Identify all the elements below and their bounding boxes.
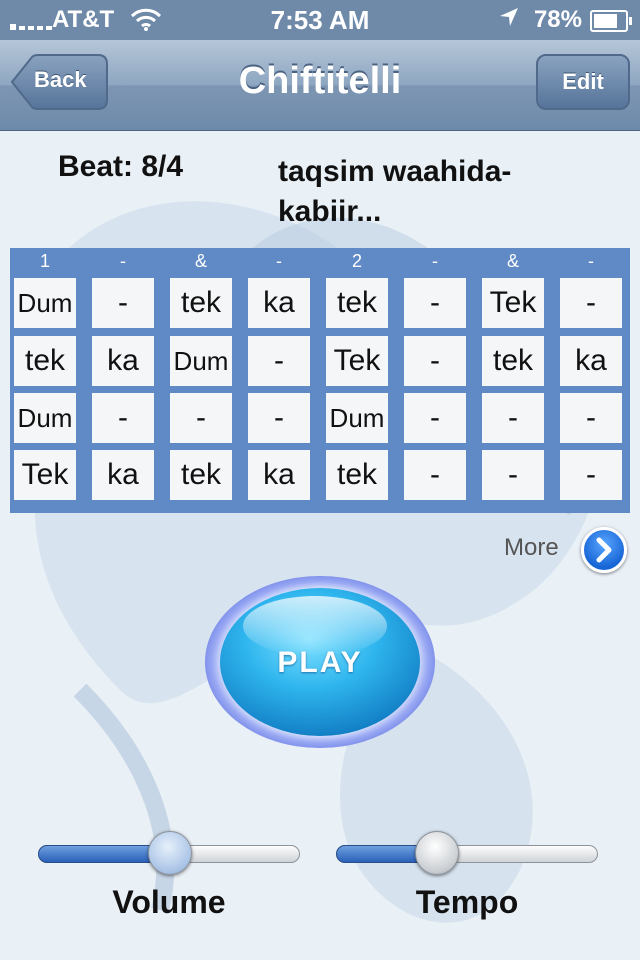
- grid-cell[interactable]: tek: [326, 450, 388, 500]
- grid-cell[interactable]: -: [248, 393, 310, 443]
- grid-header-cell: &: [194, 251, 207, 271]
- grid-cell[interactable]: -: [248, 336, 310, 386]
- location-arrow-icon: [500, 8, 518, 26]
- beat-label: Beat: 8/4: [58, 150, 184, 183]
- grid-cell[interactable]: Tek: [326, 336, 388, 386]
- grid-header-cell: -: [120, 251, 126, 271]
- tempo-slider[interactable]: [336, 831, 598, 875]
- rhythm-grid: 1- & -2- & - Dum - tek ka tek - Tek - tek ka Dum - Tek - t…: [10, 248, 630, 513]
- grid-cell[interactable]: -: [92, 393, 154, 443]
- volume-slider[interactable]: [38, 831, 300, 875]
- rhythm-description: taqsim waahida-kabiir...: [278, 155, 512, 228]
- battery-icon: [590, 10, 632, 32]
- grid-cell[interactable]: tek: [170, 278, 232, 328]
- grid-cell[interactable]: tek: [170, 450, 232, 500]
- edit-button[interactable]: Edit: [536, 54, 630, 110]
- grid-cell[interactable]: ka: [248, 278, 310, 328]
- battery-percentage: 78%: [533, 6, 582, 33]
- navigation-bar: Back Chiftitelli Edit: [0, 40, 640, 131]
- grid-cell[interactable]: -: [560, 278, 622, 328]
- tempo-thumb[interactable]: [415, 831, 459, 875]
- grid-cell[interactable]: Dum: [14, 393, 76, 443]
- grid-cell[interactable]: ka: [560, 336, 622, 386]
- grid-cell[interactable]: -: [404, 393, 466, 443]
- grid-cell[interactable]: -: [482, 393, 544, 443]
- chevron-right-icon: [596, 537, 612, 563]
- grid-header-cell: -: [588, 251, 594, 271]
- grid-cell[interactable]: -: [92, 278, 154, 328]
- grid-header-cell: -: [432, 251, 438, 271]
- grid-cell[interactable]: tek: [482, 336, 544, 386]
- grid-cell[interactable]: -: [404, 278, 466, 328]
- volume-thumb[interactable]: [148, 831, 192, 875]
- grid-cell[interactable]: -: [404, 336, 466, 386]
- grid-cell[interactable]: Dum: [170, 336, 232, 386]
- grid-cell[interactable]: ka: [92, 336, 154, 386]
- grid-cell[interactable]: ka: [248, 450, 310, 500]
- tempo-label: Tempo: [415, 884, 519, 920]
- grid-header-cell: 2: [351, 251, 362, 271]
- grid-cell[interactable]: -: [560, 393, 622, 443]
- play-label: PLAY: [277, 646, 363, 679]
- grid-cell[interactable]: tek: [14, 336, 76, 386]
- grid-cell[interactable]: Tek: [14, 450, 76, 500]
- grid-cell[interactable]: -: [482, 450, 544, 500]
- more-button[interactable]: [581, 527, 627, 573]
- grid-header-cell: -: [276, 251, 282, 271]
- grid-cell[interactable]: Dum: [14, 278, 76, 328]
- grid-cell[interactable]: ka: [92, 450, 154, 500]
- grid-cell[interactable]: -: [170, 393, 232, 443]
- grid-cell[interactable]: -: [404, 450, 466, 500]
- grid-cell[interactable]: -: [560, 450, 622, 500]
- grid-cell[interactable]: tek: [326, 278, 388, 328]
- more-label: More: [504, 534, 559, 561]
- volume-label: Volume: [112, 884, 226, 920]
- grid-cell[interactable]: Tek: [482, 278, 544, 328]
- grid-header-cell: &: [506, 251, 519, 271]
- play-button[interactable]: PLAY: [203, 574, 437, 750]
- grid-header-cell: 1: [39, 251, 50, 271]
- grid-cell[interactable]: Dum: [326, 393, 388, 443]
- status-bar: AT&T 7:53 AM 78%: [0, 0, 640, 40]
